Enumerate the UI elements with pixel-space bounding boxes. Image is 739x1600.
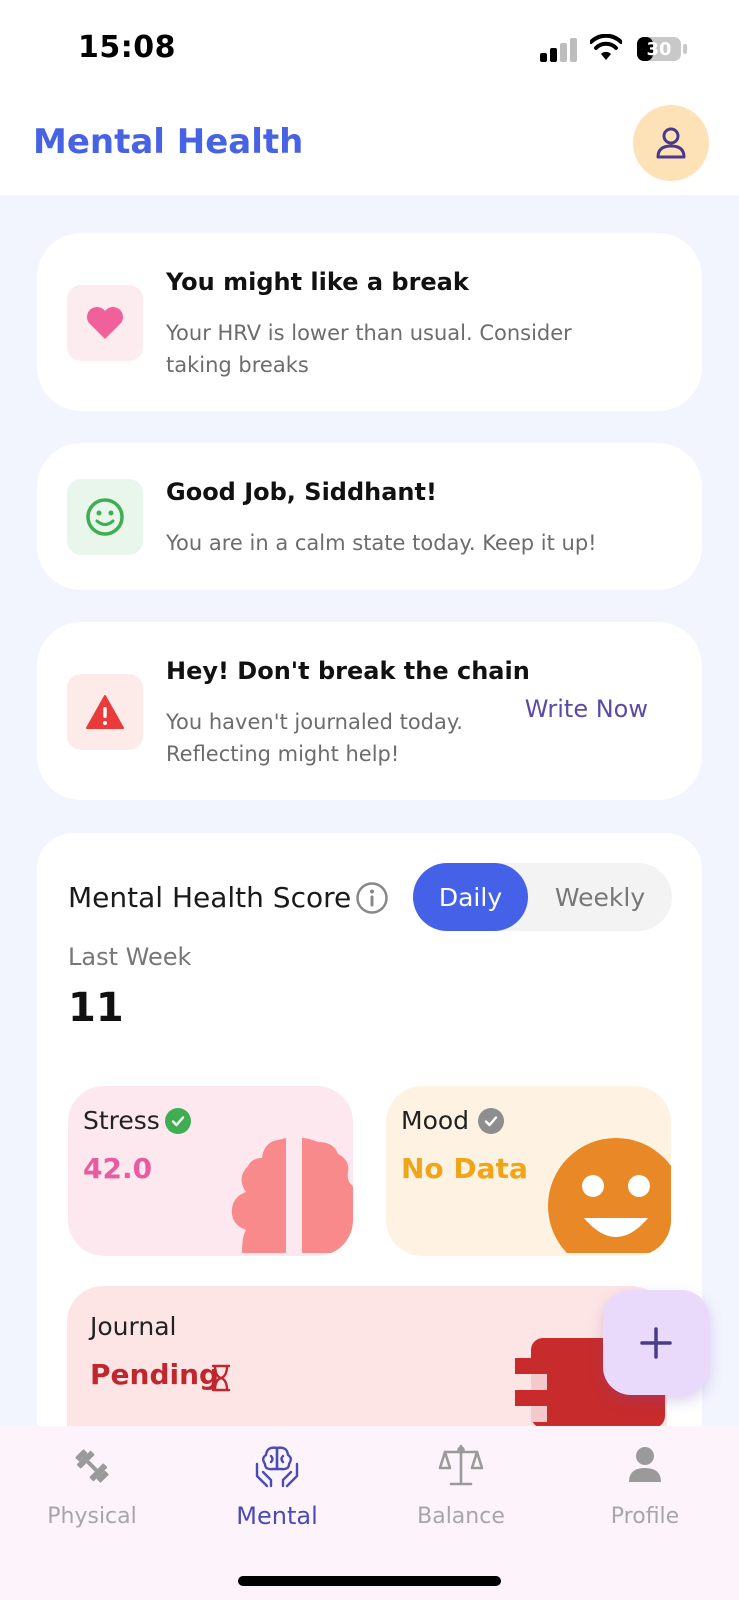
dumbbell-icon	[75, 1449, 109, 1483]
brain-hands-icon	[255, 1446, 299, 1488]
status-time: 15:08	[78, 30, 176, 65]
card-title: Good Job, Siddhant!	[166, 478, 437, 506]
nav-balance[interactable]: Balance	[386, 1442, 536, 1529]
weekly-tab[interactable]: Weekly	[528, 863, 672, 931]
journal-label: Journal	[90, 1312, 177, 1341]
check-circle-icon	[478, 1108, 504, 1134]
scale-icon	[438, 1444, 484, 1486]
plus-icon	[640, 1326, 672, 1359]
card-title: You might like a break	[166, 268, 469, 296]
hourglass-icon	[211, 1364, 231, 1392]
warning-icon-box	[67, 674, 143, 750]
journal-reminder-card[interactable]: Hey! Don't break the chain You haven't j…	[37, 622, 702, 800]
home-indicator	[238, 1576, 501, 1586]
period-toggle: Daily Weekly	[413, 863, 672, 931]
status-bar: 15:08 30	[0, 0, 739, 95]
journal-status: Pending	[90, 1358, 220, 1391]
card-description: You are in a calm state today. Keep it u…	[166, 531, 597, 555]
score-title: Mental Health Score	[68, 881, 352, 914]
calm-state-card[interactable]: Good Job, Siddhant! You are in a calm st…	[37, 443, 702, 590]
smiley-face-icon	[548, 1138, 671, 1253]
break-suggestion-card[interactable]: You might like a break Your HRV is lower…	[37, 233, 702, 411]
card-description: You haven't journaled today. Reflecting …	[166, 710, 463, 766]
battery-level: 30	[646, 39, 672, 60]
bottom-nav: Physical Mental Balance Profile	[0, 1426, 739, 1600]
nav-mental[interactable]: Mental	[202, 1442, 352, 1530]
score-value: 11	[68, 985, 124, 1031]
mood-value: No Data	[401, 1152, 528, 1185]
app-header: Mental Health	[0, 95, 739, 195]
card-title: Hey! Don't break the chain	[166, 657, 530, 685]
person-icon	[629, 1447, 661, 1482]
mood-tile[interactable]: Mood No Data	[386, 1086, 671, 1256]
card-description: Your HRV is lower than usual. Consider t…	[166, 321, 572, 377]
smile-icon	[86, 498, 124, 536]
check-circle-icon	[165, 1108, 191, 1134]
nav-label: Balance	[417, 1504, 505, 1529]
heart-icon-box	[67, 285, 143, 361]
brain-icon	[231, 1138, 353, 1253]
write-now-link[interactable]: Write Now	[525, 695, 648, 723]
stress-label: Stress	[83, 1106, 160, 1135]
stress-tile[interactable]: Stress 42.0	[68, 1086, 353, 1256]
daily-tab[interactable]: Daily	[413, 863, 528, 931]
user-icon	[656, 127, 686, 159]
wifi-icon	[590, 34, 622, 60]
profile-avatar-button[interactable]	[633, 105, 709, 181]
signal-icon	[540, 38, 578, 62]
info-icon[interactable]	[355, 881, 389, 915]
mood-label: Mood	[401, 1106, 470, 1135]
warning-icon	[86, 695, 124, 729]
add-entry-button[interactable]	[603, 1290, 709, 1395]
nav-label: Physical	[47, 1504, 137, 1529]
nav-label: Profile	[610, 1504, 680, 1529]
nav-label: Mental	[236, 1502, 318, 1530]
score-period-label: Last Week	[68, 943, 192, 971]
stress-value: 42.0	[83, 1152, 153, 1185]
heart-icon	[87, 307, 123, 339]
page-title: Mental Health	[33, 122, 304, 162]
nav-profile[interactable]: Profile	[570, 1442, 720, 1529]
nav-physical[interactable]: Physical	[17, 1442, 167, 1529]
smile-icon-box	[67, 479, 143, 555]
